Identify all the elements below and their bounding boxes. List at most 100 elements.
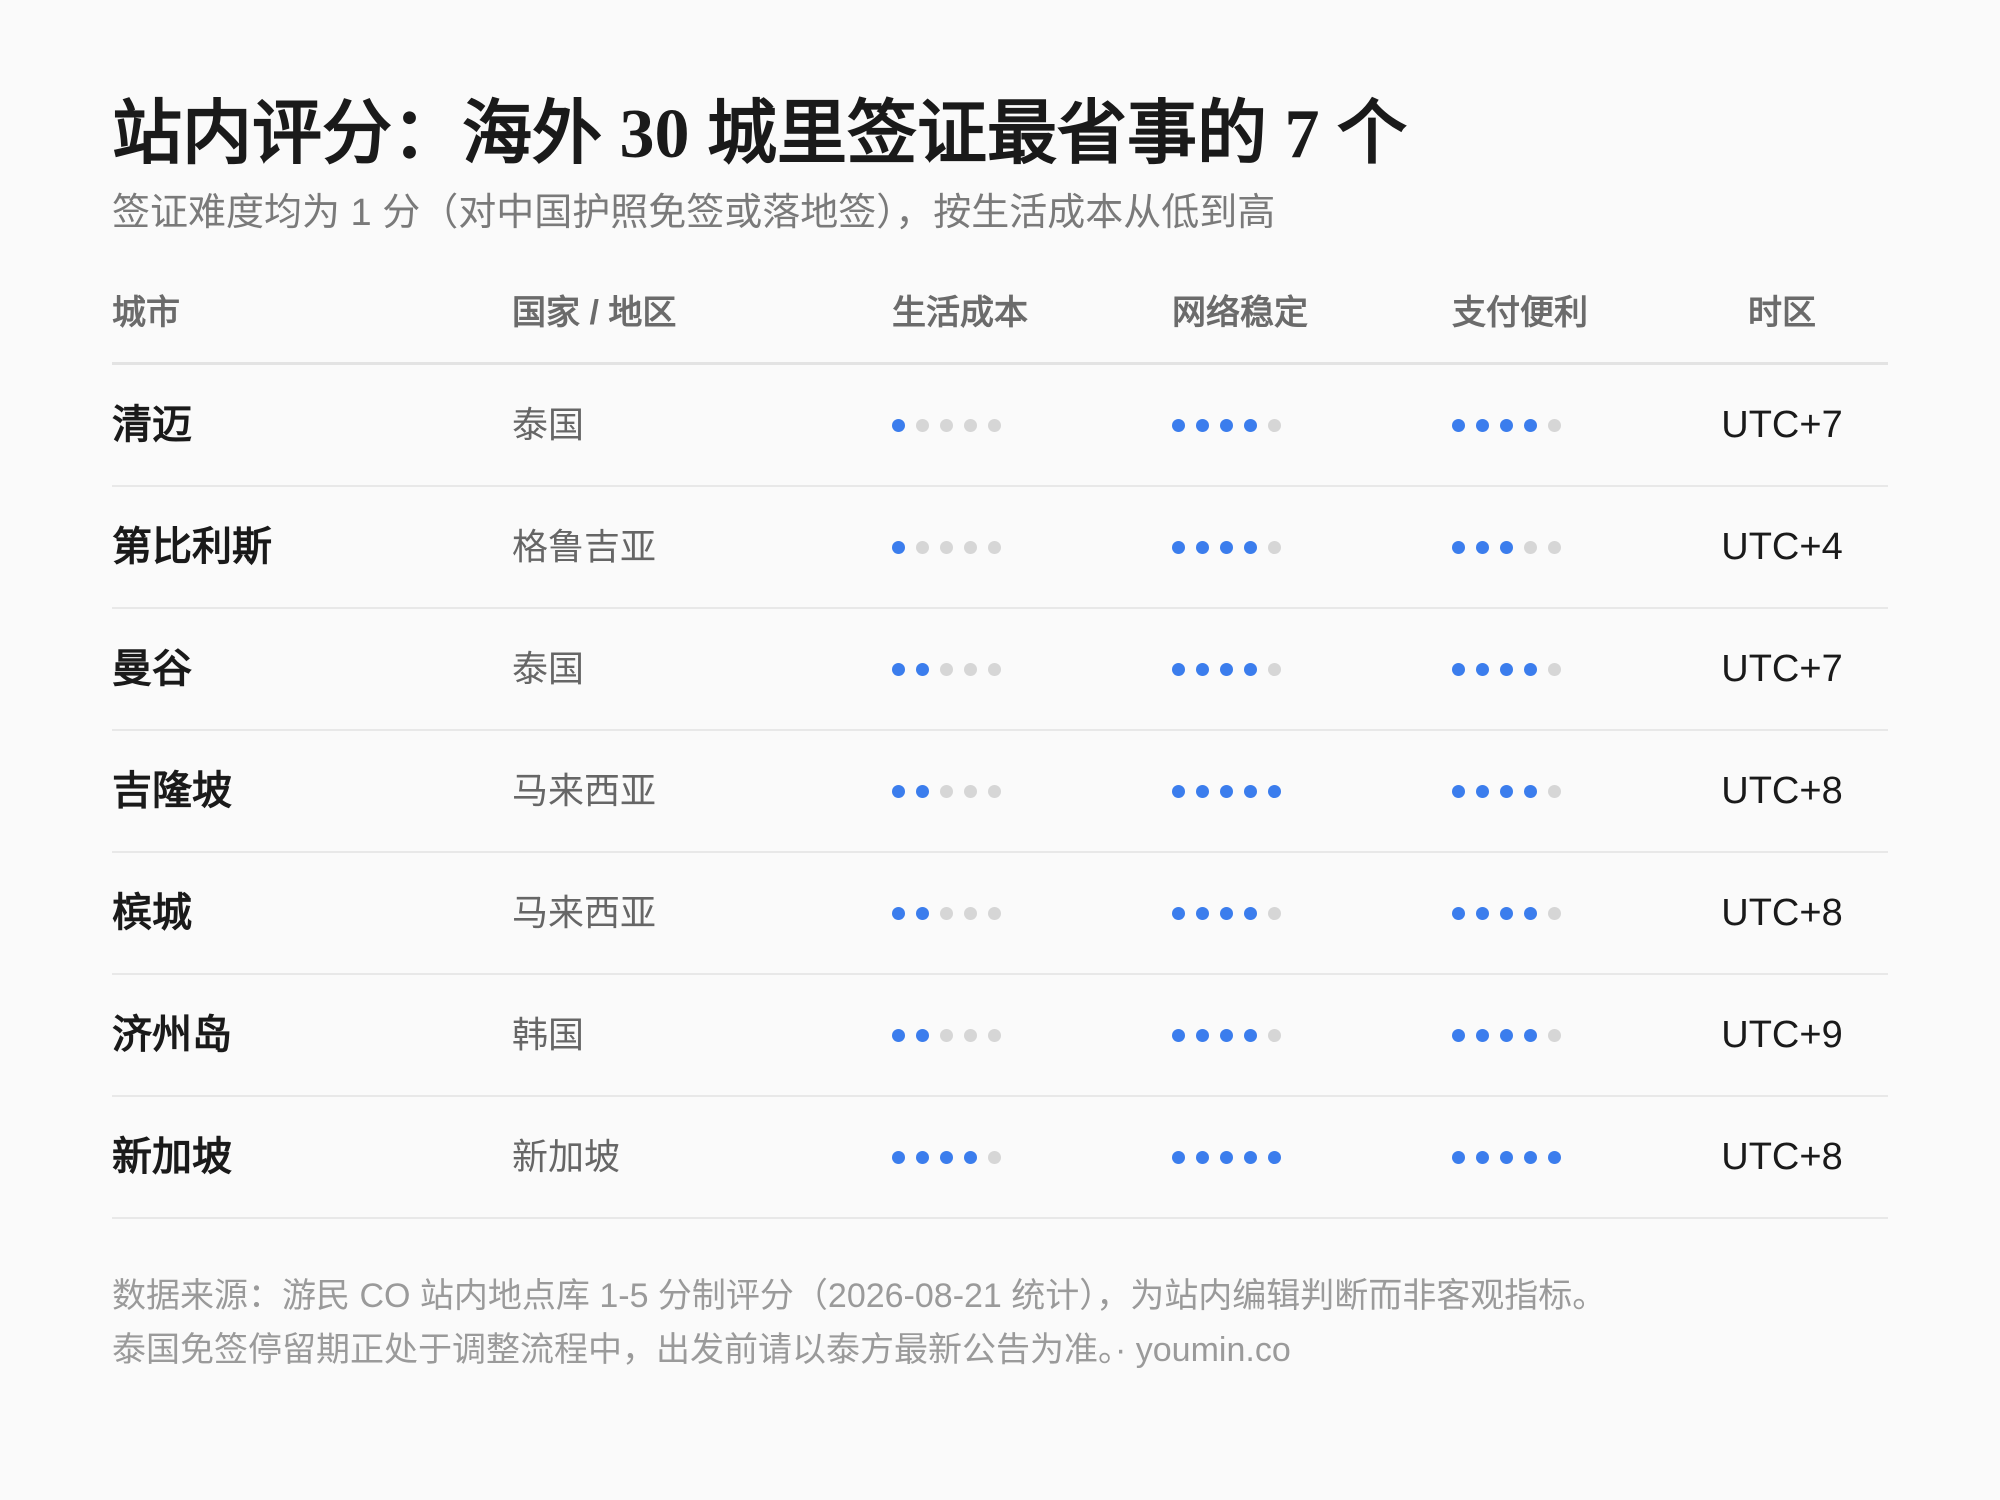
table-row: 吉隆坡 马来西亚 UTC+8	[112, 731, 1888, 853]
rating-dot-filled	[1196, 540, 1209, 554]
payment-rating	[1452, 1097, 1622, 1217]
rating-dot-empty	[1268, 1028, 1281, 1042]
rating-dot-filled	[1524, 1028, 1537, 1042]
table-row: 第比利斯 格鲁吉亚 UTC+4	[112, 487, 1888, 609]
footer-source-line: 数据来源：游民 CO 站内地点库 1-5 分制评分（2026-08-21 统计）…	[112, 1277, 1607, 1315]
rating-dot-filled	[1196, 1028, 1209, 1042]
rating-dot-filled	[1244, 784, 1257, 798]
cost-rating	[892, 853, 1062, 973]
column-header-timezone: 时区	[1748, 294, 1816, 332]
rating-dot-empty	[964, 418, 977, 432]
rating-dot-empty	[916, 540, 929, 554]
rating-dot-filled	[1196, 418, 1209, 432]
rating-dot-filled	[1452, 784, 1465, 798]
timezone: UTC+8	[1721, 892, 1843, 934]
rating-dot-empty	[1268, 540, 1281, 554]
rating-dot-filled	[1524, 418, 1537, 432]
rating-dot-empty	[988, 1028, 1001, 1042]
rating-dot-filled	[1452, 418, 1465, 432]
rating-dot-filled	[1476, 1150, 1489, 1164]
column-header-network: 网络稳定	[1172, 294, 1308, 332]
rating-dot-filled	[1500, 784, 1513, 798]
payment-rating	[1452, 853, 1622, 973]
rating-dot-empty	[988, 1150, 1001, 1164]
country-name: 新加坡	[512, 1136, 621, 1177]
rating-dot-filled	[1220, 418, 1233, 432]
rating-dot-filled	[1500, 906, 1513, 920]
rating-dot-empty	[964, 540, 977, 554]
country-name: 泰国	[512, 648, 585, 689]
timezone: UTC+7	[1721, 404, 1843, 446]
rating-dot-filled	[1524, 906, 1537, 920]
table-row: 清迈 泰国 UTC+7	[112, 365, 1888, 487]
rating-dot-filled	[916, 1150, 929, 1164]
cost-rating	[892, 1097, 1062, 1217]
payment-rating	[1452, 365, 1622, 485]
rating-dot-filled	[1500, 540, 1513, 554]
rating-dot-filled	[892, 784, 905, 798]
rating-dot-filled	[1524, 784, 1537, 798]
table-row: 新加坡 新加坡 UTC+8	[112, 1097, 1888, 1219]
rating-dot-filled	[1244, 418, 1257, 432]
timezone: UTC+7	[1721, 648, 1843, 690]
rating-dot-filled	[1196, 1150, 1209, 1164]
table-body: 清迈 泰国 UTC+7 第比利斯 格鲁吉亚 UTC+4 曼谷 泰国 UTC+7 吉隆坡 马来西亚 UT…	[112, 365, 1888, 1219]
rating-dot-empty	[1548, 540, 1561, 554]
rating-dot-filled	[1172, 1150, 1185, 1164]
rating-dot-filled	[916, 662, 929, 676]
rating-dot-empty	[940, 662, 953, 676]
rating-dot-filled	[1244, 1150, 1257, 1164]
table-header: 城市 国家 / 地区 生活成本 网络稳定 支付便利 时区	[112, 282, 1888, 365]
country-name: 马来西亚	[512, 892, 657, 933]
rating-dot-filled	[1476, 418, 1489, 432]
rating-dot-empty	[1268, 906, 1281, 920]
rating-dot-filled	[1196, 784, 1209, 798]
rating-dot-filled	[1220, 662, 1233, 676]
rating-dot-filled	[1524, 1150, 1537, 1164]
city-name: 第比利斯	[112, 525, 272, 569]
rating-dot-filled	[892, 1150, 905, 1164]
rating-dot-filled	[916, 784, 929, 798]
rating-dot-filled	[1172, 906, 1185, 920]
rating-dot-empty	[964, 1028, 977, 1042]
payment-rating	[1452, 609, 1622, 729]
rating-dot-empty	[1548, 418, 1561, 432]
rating-dot-filled	[1452, 540, 1465, 554]
table-row: 槟城 马来西亚 UTC+8	[112, 853, 1888, 975]
rating-dot-filled	[892, 1028, 905, 1042]
rating-dot-filled	[1196, 906, 1209, 920]
rating-dot-filled	[1268, 1150, 1281, 1164]
payment-rating	[1452, 975, 1622, 1095]
rating-dot-filled	[1476, 540, 1489, 554]
timezone: UTC+4	[1721, 526, 1843, 568]
rating-dot-empty	[988, 784, 1001, 798]
table-row: 济州岛 韩国 UTC+9	[112, 975, 1888, 1097]
network-rating	[1172, 609, 1342, 729]
rating-dot-empty	[940, 540, 953, 554]
rating-dot-filled	[1172, 540, 1185, 554]
network-rating	[1172, 1097, 1342, 1217]
rating-dot-filled	[1220, 906, 1233, 920]
network-rating	[1172, 365, 1342, 485]
city-name: 新加坡	[112, 1135, 232, 1179]
rating-dot-empty	[988, 906, 1001, 920]
payment-rating	[1452, 731, 1622, 851]
rating-dot-filled	[964, 1150, 977, 1164]
rating-dot-empty	[940, 906, 953, 920]
rating-dot-filled	[916, 906, 929, 920]
footer-note: 数据来源：游民 CO 站内地点库 1-5 分制评分（2026-08-21 统计）…	[112, 1269, 1888, 1377]
network-rating	[1172, 731, 1342, 851]
rating-dot-empty	[916, 418, 929, 432]
page-title: 站内评分：海外 30 城里签证最省事的 7 个	[112, 96, 1407, 173]
column-header-payment: 支付便利	[1452, 294, 1588, 332]
rating-dot-filled	[1220, 1150, 1233, 1164]
country-name: 格鲁吉亚	[512, 526, 657, 567]
city-rating-table: 城市 国家 / 地区 生活成本 网络稳定 支付便利 时区 清迈 泰国 UTC+7 第比…	[112, 282, 1888, 1219]
rating-dot-filled	[1452, 1028, 1465, 1042]
rating-dot-empty	[964, 784, 977, 798]
city-name: 曼谷	[112, 647, 192, 691]
country-name: 马来西亚	[512, 770, 657, 811]
rating-dot-empty	[940, 1028, 953, 1042]
rating-dot-filled	[1500, 1028, 1513, 1042]
rating-dot-filled	[916, 1028, 929, 1042]
